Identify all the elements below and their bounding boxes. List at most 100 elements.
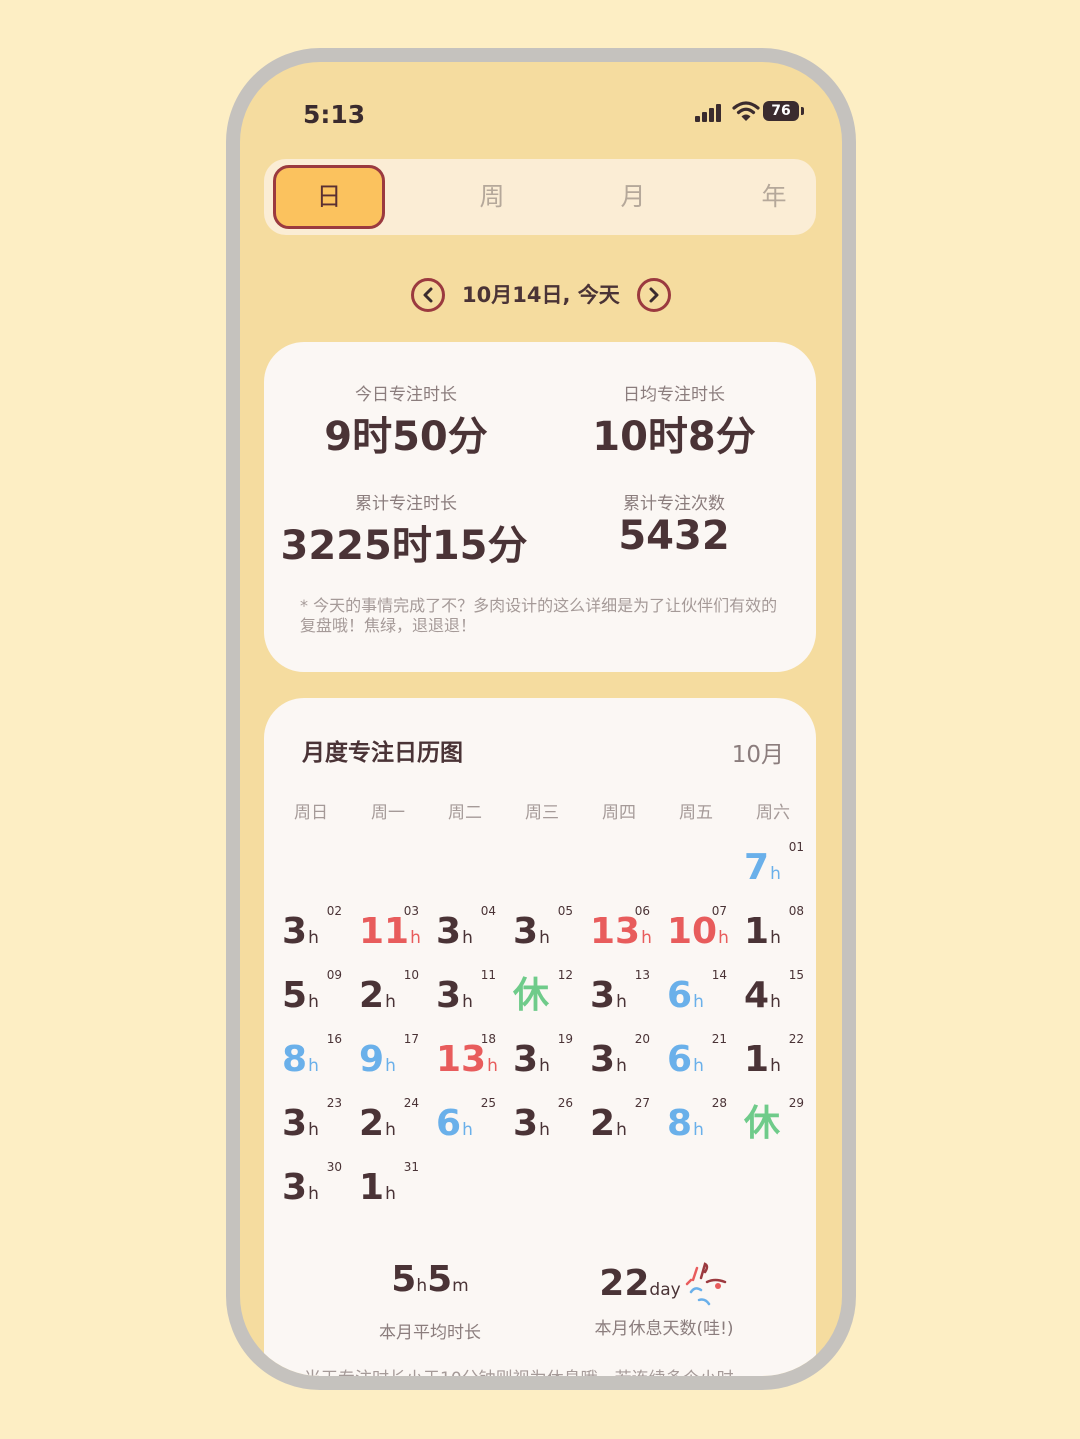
day-number: 06 [634, 904, 650, 918]
calendar-day-cell[interactable]: 1h 08 [738, 904, 808, 964]
calendar-day-cell[interactable]: 8h 28 [661, 1096, 731, 1156]
calendar-day-cell[interactable]: 7h 01 [738, 840, 808, 900]
calendar-day-cell[interactable]: 1h 22 [738, 1032, 808, 1092]
stats-note: * 今天的事情完成了不？多肉设计的这么详细是为了让伙伴们有效的复盘哦！焦绿，退退… [300, 596, 778, 635]
footer-note: 当天专注时长小于10分钟则视为休息哦，若连续多个小时 [304, 1369, 734, 1389]
prev-date-button[interactable] [411, 278, 445, 312]
calendar-day-cell[interactable]: 8h 16 [276, 1032, 346, 1092]
monthly-average-value: 5h5m [391, 1259, 469, 1300]
focus-hours-value: 13h [590, 911, 652, 952]
tab-week[interactable]: 周 [423, 159, 561, 235]
calendar-day-cell[interactable]: 10h 07 [661, 904, 731, 964]
confetti-icon [685, 1262, 726, 1306]
calendar-day-cell[interactable]: 3h 11 [430, 968, 500, 1028]
calendar-day-cell[interactable]: 6h 21 [661, 1032, 731, 1092]
daily-avg-value: 10时8分 [592, 414, 756, 460]
weekday-label: 周六 [756, 803, 790, 823]
daily-avg-label: 日均专注时长 [623, 385, 725, 405]
day-number: 23 [326, 1096, 342, 1110]
focus-hours-value: 1h [359, 1167, 396, 1208]
focus-hours-value: 8h [667, 1103, 704, 1144]
weekday-label: 周一 [371, 803, 405, 823]
calendar-day-cell[interactable]: 9h 17 [353, 1032, 423, 1092]
calendar-day-cell[interactable]: 3h 23 [276, 1096, 346, 1156]
weekday-label: 周二 [448, 803, 482, 823]
day-number: 18 [480, 1032, 496, 1046]
calendar-day-cell[interactable]: 休 12 [507, 968, 577, 1028]
day-number: 09 [326, 968, 342, 982]
weekday-label: 周四 [602, 803, 636, 823]
focus-hours-value: 2h [590, 1103, 627, 1144]
day-number: 29 [788, 1096, 804, 1110]
tab-year[interactable]: 年 [705, 159, 842, 235]
focus-hours-value: 8h [282, 1039, 319, 1080]
focus-hours-value: 1h [744, 1039, 781, 1080]
calendar-day-cell[interactable]: 3h 13 [584, 968, 654, 1028]
focus-hours-value: 6h [667, 975, 704, 1016]
today-focus-label: 今日专注时长 [355, 385, 457, 405]
focus-hours-value: 4h [744, 975, 781, 1016]
chevron-left-icon [423, 287, 433, 303]
tab-day[interactable]: 日 [273, 165, 385, 229]
day-number: 02 [326, 904, 342, 918]
calendar-day-cell[interactable]: 休 29 [738, 1096, 808, 1156]
focus-hours-value: 3h [436, 911, 473, 952]
calendar-day-cell[interactable]: 2h 10 [353, 968, 423, 1028]
day-number: 03 [403, 904, 419, 918]
tab-month[interactable]: 月 [564, 159, 702, 235]
wifi-icon [732, 101, 760, 121]
calendar-day-cell[interactable]: 2h 27 [584, 1096, 654, 1156]
focus-hours-value: 9h [359, 1039, 396, 1080]
calendar-day-cell[interactable]: 1h 31 [353, 1160, 423, 1220]
day-number: 22 [788, 1032, 804, 1046]
calendar-day-cell[interactable]: 6h 14 [661, 968, 731, 1028]
day-number: 16 [326, 1032, 342, 1046]
focus-hours-value: 1h [744, 911, 781, 952]
calendar-day-cell[interactable]: 3h 05 [507, 904, 577, 964]
calendar-day-cell[interactable]: 2h 24 [353, 1096, 423, 1156]
focus-stats-card: 今日专注时长 9时50分 日均专注时长 10时8分 累计专注时长 3225时15… [264, 342, 816, 672]
day-number: 11 [480, 968, 496, 982]
calendar-day-cell[interactable]: 3h 04 [430, 904, 500, 964]
day-number: 14 [711, 968, 727, 982]
focus-hours-value: 6h [667, 1039, 704, 1080]
calendar-day-cell[interactable]: 3h 02 [276, 904, 346, 964]
focus-hours-value: 7h [744, 847, 781, 888]
calendar-day-cell[interactable]: 11h 03 [353, 904, 423, 964]
day-number: 24 [403, 1096, 419, 1110]
focus-count-value: 5432 [618, 513, 730, 559]
status-bar: 5:13 76 [240, 62, 842, 162]
calendar-day-cell[interactable]: 13h 06 [584, 904, 654, 964]
day-number: 08 [788, 904, 804, 918]
day-number: 05 [557, 904, 573, 918]
total-focus-label: 累计专注时长 [355, 494, 457, 514]
focus-hours-value: 3h [282, 1167, 319, 1208]
calendar-day-cell[interactable]: 13h 18 [430, 1032, 500, 1092]
monthly-average-label: 本月平均时长 [379, 1323, 481, 1343]
signal-icon [695, 104, 723, 122]
calendar-day-cell[interactable]: 3h 19 [507, 1032, 577, 1092]
next-date-button[interactable] [637, 278, 671, 312]
calendar-day-cell[interactable]: 6h 25 [430, 1096, 500, 1156]
focus-hours-value: 3h [513, 1103, 550, 1144]
monthly-average: 5h5m 本月平均时长 [320, 1259, 540, 1344]
day-number: 27 [634, 1096, 650, 1110]
focus-hours-value: 5h [282, 975, 319, 1016]
current-date: 10月14日, 今天 [462, 283, 620, 307]
today-focus-value: 9时50分 [324, 414, 488, 460]
calendar-day-cell[interactable]: 5h 09 [276, 968, 346, 1028]
calendar-day-cell[interactable]: 4h 15 [738, 968, 808, 1028]
day-number: 04 [480, 904, 496, 918]
focus-hours-value: 10h [667, 911, 729, 952]
rest-days-value: 22day [554, 1260, 774, 1310]
calendar-title: 月度专注日历图 [302, 740, 463, 766]
weekday-label: 周日 [294, 803, 328, 823]
rest-day-marker: 休 [744, 1103, 781, 1144]
calendar-day-cell[interactable]: 3h 30 [276, 1160, 346, 1220]
monthly-calendar-card: 月度专注日历图 10月 周日 周一 周二 周三 周四 周五 周六 7h 01 3h 02 11h 03… [264, 698, 816, 1389]
status-time: 5:13 [303, 100, 366, 129]
phone-frame: 5:13 76 日 周 月 年 10月14日, 今天 今日专注时长 9时50分 … [226, 48, 856, 1390]
focus-hours-value: 3h [282, 1103, 319, 1144]
calendar-day-cell[interactable]: 3h 26 [507, 1096, 577, 1156]
calendar-day-cell[interactable]: 3h 20 [584, 1032, 654, 1092]
